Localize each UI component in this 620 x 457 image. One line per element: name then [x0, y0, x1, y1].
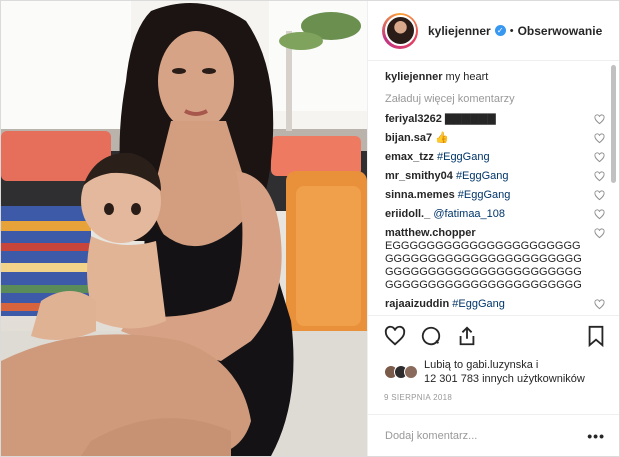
author-username[interactable]: kyliejenner — [428, 24, 491, 38]
comment-like-heart-icon[interactable] — [594, 171, 605, 182]
separator-dot: • — [509, 24, 514, 37]
verified-badge-icon: ✓ — [494, 25, 506, 36]
more-options-icon[interactable]: ••• — [587, 428, 605, 444]
comment-username[interactable]: mr_smithy04 — [385, 170, 453, 182]
comment-row: bijan.sa7 👍 — [385, 132, 605, 145]
comment-username[interactable]: bijan.sa7 — [385, 132, 432, 144]
comment-like-heart-icon[interactable] — [594, 152, 605, 163]
post-actions — [368, 315, 619, 355]
post-photo-illustration — [1, 1, 367, 456]
instagram-post: kyliejenner ✓ • Obserwowanie kyliejenner… — [0, 0, 620, 457]
likes-line-1: Lubią to gabi.luzynska i — [424, 359, 539, 371]
comment-list: feriyal3262 ▇▇▇▇▇▇ bijan.sa7 👍 emax_tzz #E… — [385, 113, 605, 315]
add-comment-input[interactable] — [385, 429, 588, 442]
comment-row: matthew.chopper EGGGGGGGGGGGGGGGGGGGGGG … — [385, 227, 605, 292]
caption-text: my heart — [445, 71, 489, 83]
comment-text: 👍 — [435, 132, 449, 144]
comment-like-heart-icon[interactable] — [594, 190, 605, 201]
comment-text-block: eriidoll._ @fatimaa_108 — [385, 208, 505, 221]
heart-icon[interactable] — [384, 325, 406, 347]
liker-avatars — [384, 365, 418, 379]
comment-like-heart-icon[interactable] — [594, 114, 605, 125]
author-avatar[interactable] — [382, 12, 418, 49]
comments-section[interactable]: kyliejenner my heart Załaduj więcej kome… — [368, 61, 619, 315]
comment-text: EGGGGGGGGGGGGGGGGGGGGGG GGGGGGGGGGGGGGGG… — [385, 240, 582, 291]
comment-row: rajaaizuddin #EggGang — [385, 298, 605, 311]
comment-text-block: feriyal3262 ▇▇▇▇▇▇ — [385, 113, 496, 126]
comment-like-heart-icon[interactable] — [594, 299, 605, 310]
comment-like-heart-icon[interactable] — [594, 228, 605, 239]
comments-scrollbar[interactable] — [611, 65, 616, 183]
liker-avatar — [404, 365, 418, 379]
post-caption: kyliejenner my heart — [385, 71, 605, 83]
comment-icon[interactable] — [420, 325, 442, 347]
add-comment-bar: ••• — [368, 414, 619, 456]
likes-line-2: 12 301 783 innych użytkowników — [424, 373, 585, 385]
likes-summary[interactable]: Lubią to gabi.luzynska i 12 301 783 inny… — [368, 355, 619, 389]
comment-text-block: matthew.chopper EGGGGGGGGGGGGGGGGGGGGGG … — [385, 227, 585, 292]
comment-like-heart-icon[interactable] — [594, 133, 605, 144]
comment-text[interactable]: @fatimaa_108 — [433, 208, 505, 220]
avatar-image — [384, 15, 416, 46]
share-icon[interactable] — [456, 325, 478, 347]
bookmark-icon[interactable] — [585, 325, 607, 347]
post-photo[interactable] — [1, 1, 367, 456]
comment-text-block: sinna.memes #EggGang — [385, 189, 510, 202]
post-sidebar: kyliejenner ✓ • Obserwowanie kyliejenner… — [367, 1, 619, 456]
comment-like-heart-icon[interactable] — [594, 209, 605, 220]
comment-row: emax_tzz #EggGang — [385, 151, 605, 164]
comment-username[interactable]: eriidoll._ — [385, 208, 430, 220]
comment-text: ▇▇▇▇▇▇ — [444, 113, 496, 125]
comment-row: eriidoll._ @fatimaa_108 — [385, 208, 605, 221]
comment-username[interactable]: sinna.memes — [385, 189, 455, 201]
comment-text[interactable]: #EggGang — [458, 189, 511, 201]
comment-text[interactable]: #EggGang — [452, 298, 505, 310]
comment-text-block: emax_tzz #EggGang — [385, 151, 490, 164]
comment-text[interactable]: #EggGang — [456, 170, 509, 182]
comment-text-block: mr_smithy04 #EggGang — [385, 170, 509, 183]
comment-username[interactable]: emax_tzz — [385, 151, 434, 163]
caption-username[interactable]: kyliejenner — [385, 71, 442, 83]
comment-row: sinna.memes #EggGang — [385, 189, 605, 202]
likes-text: Lubią to gabi.luzynska i 12 301 783 inny… — [424, 358, 585, 386]
post-date: 9 SIERPNIA 2018 — [384, 393, 453, 402]
comment-row: mr_smithy04 #EggGang — [385, 170, 605, 183]
comment-row: feriyal3262 ▇▇▇▇▇▇ — [385, 113, 605, 126]
comment-username[interactable]: rajaaizuddin — [385, 298, 449, 310]
following-button[interactable]: Obserwowanie — [518, 24, 603, 38]
load-more-comments-link[interactable]: Załaduj więcej komentarzy — [385, 93, 605, 105]
comment-text-block: bijan.sa7 👍 — [385, 132, 449, 145]
comment-text[interactable]: #EggGang — [437, 151, 490, 163]
post-header: kyliejenner ✓ • Obserwowanie — [368, 1, 619, 61]
comment-text-block: rajaaizuddin #EggGang — [385, 298, 505, 311]
comment-username[interactable]: feriyal3262 — [385, 113, 442, 125]
comment-username[interactable]: matthew.chopper — [385, 227, 476, 239]
